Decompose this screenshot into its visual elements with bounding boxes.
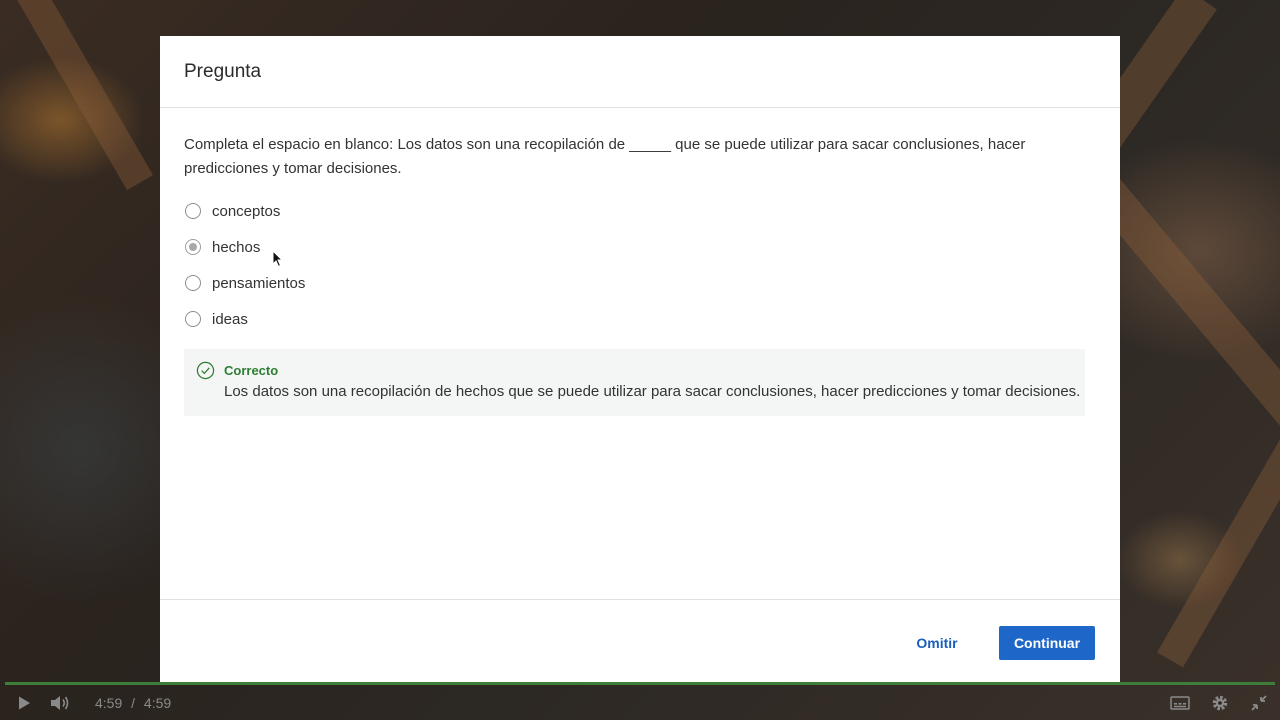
check-circle-icon (196, 361, 215, 380)
play-icon[interactable] (16, 695, 32, 711)
option-label: ideas (212, 310, 248, 328)
radio-button[interactable] (185, 311, 201, 327)
mouse-cursor-icon (272, 250, 284, 268)
modal-title: Pregunta (184, 60, 262, 82)
question-modal: Pregunta Completa el espacio en blanco: … (160, 36, 1120, 684)
question-text: Completa el espacio en blanco: Los datos… (184, 136, 1026, 177)
duration: 4:59 (143, 695, 172, 711)
video-controls: 4:59 / 4:59 (0, 686, 1280, 720)
radio-button[interactable] (185, 275, 201, 291)
current-time: 4:59 (95, 695, 123, 711)
feedback-text: Los datos son una recopilación de hechos… (224, 383, 1081, 400)
radio-button[interactable] (185, 203, 201, 219)
continue-button[interactable]: Continuar (999, 626, 1095, 660)
video-progress-bar[interactable] (5, 682, 1275, 685)
option-conceptos[interactable]: conceptos (184, 193, 1096, 229)
video-progress-fill (5, 682, 1275, 685)
settings-icon[interactable] (1210, 693, 1230, 713)
modal-header: Pregunta (160, 36, 1120, 108)
option-pensamientos[interactable]: pensamientos (184, 265, 1096, 301)
option-hechos[interactable]: hechos (184, 229, 1096, 265)
radio-button-selected[interactable] (185, 239, 201, 255)
skip-button[interactable]: Omitir (900, 626, 974, 660)
modal-body: Completa el espacio en blanco: Los datos… (160, 108, 1120, 416)
option-label: hechos (212, 238, 261, 256)
feedback-box: Correcto Los datos son una recopilación … (184, 349, 1085, 416)
modal-footer: Omitir Continuar (160, 599, 1120, 684)
option-label: pensamientos (212, 274, 306, 292)
captions-icon[interactable] (1170, 696, 1190, 710)
exit-fullscreen-icon[interactable] (1250, 694, 1268, 712)
time-display: 4:59 / 4:59 (95, 695, 171, 711)
option-label: conceptos (212, 202, 281, 220)
time-separator: / (131, 695, 136, 711)
option-ideas[interactable]: ideas (184, 301, 1096, 337)
feedback-title: Correcto (224, 363, 279, 378)
volume-icon[interactable] (50, 694, 72, 712)
answer-options: conceptos hechos pensamientos ideas (184, 193, 1096, 337)
